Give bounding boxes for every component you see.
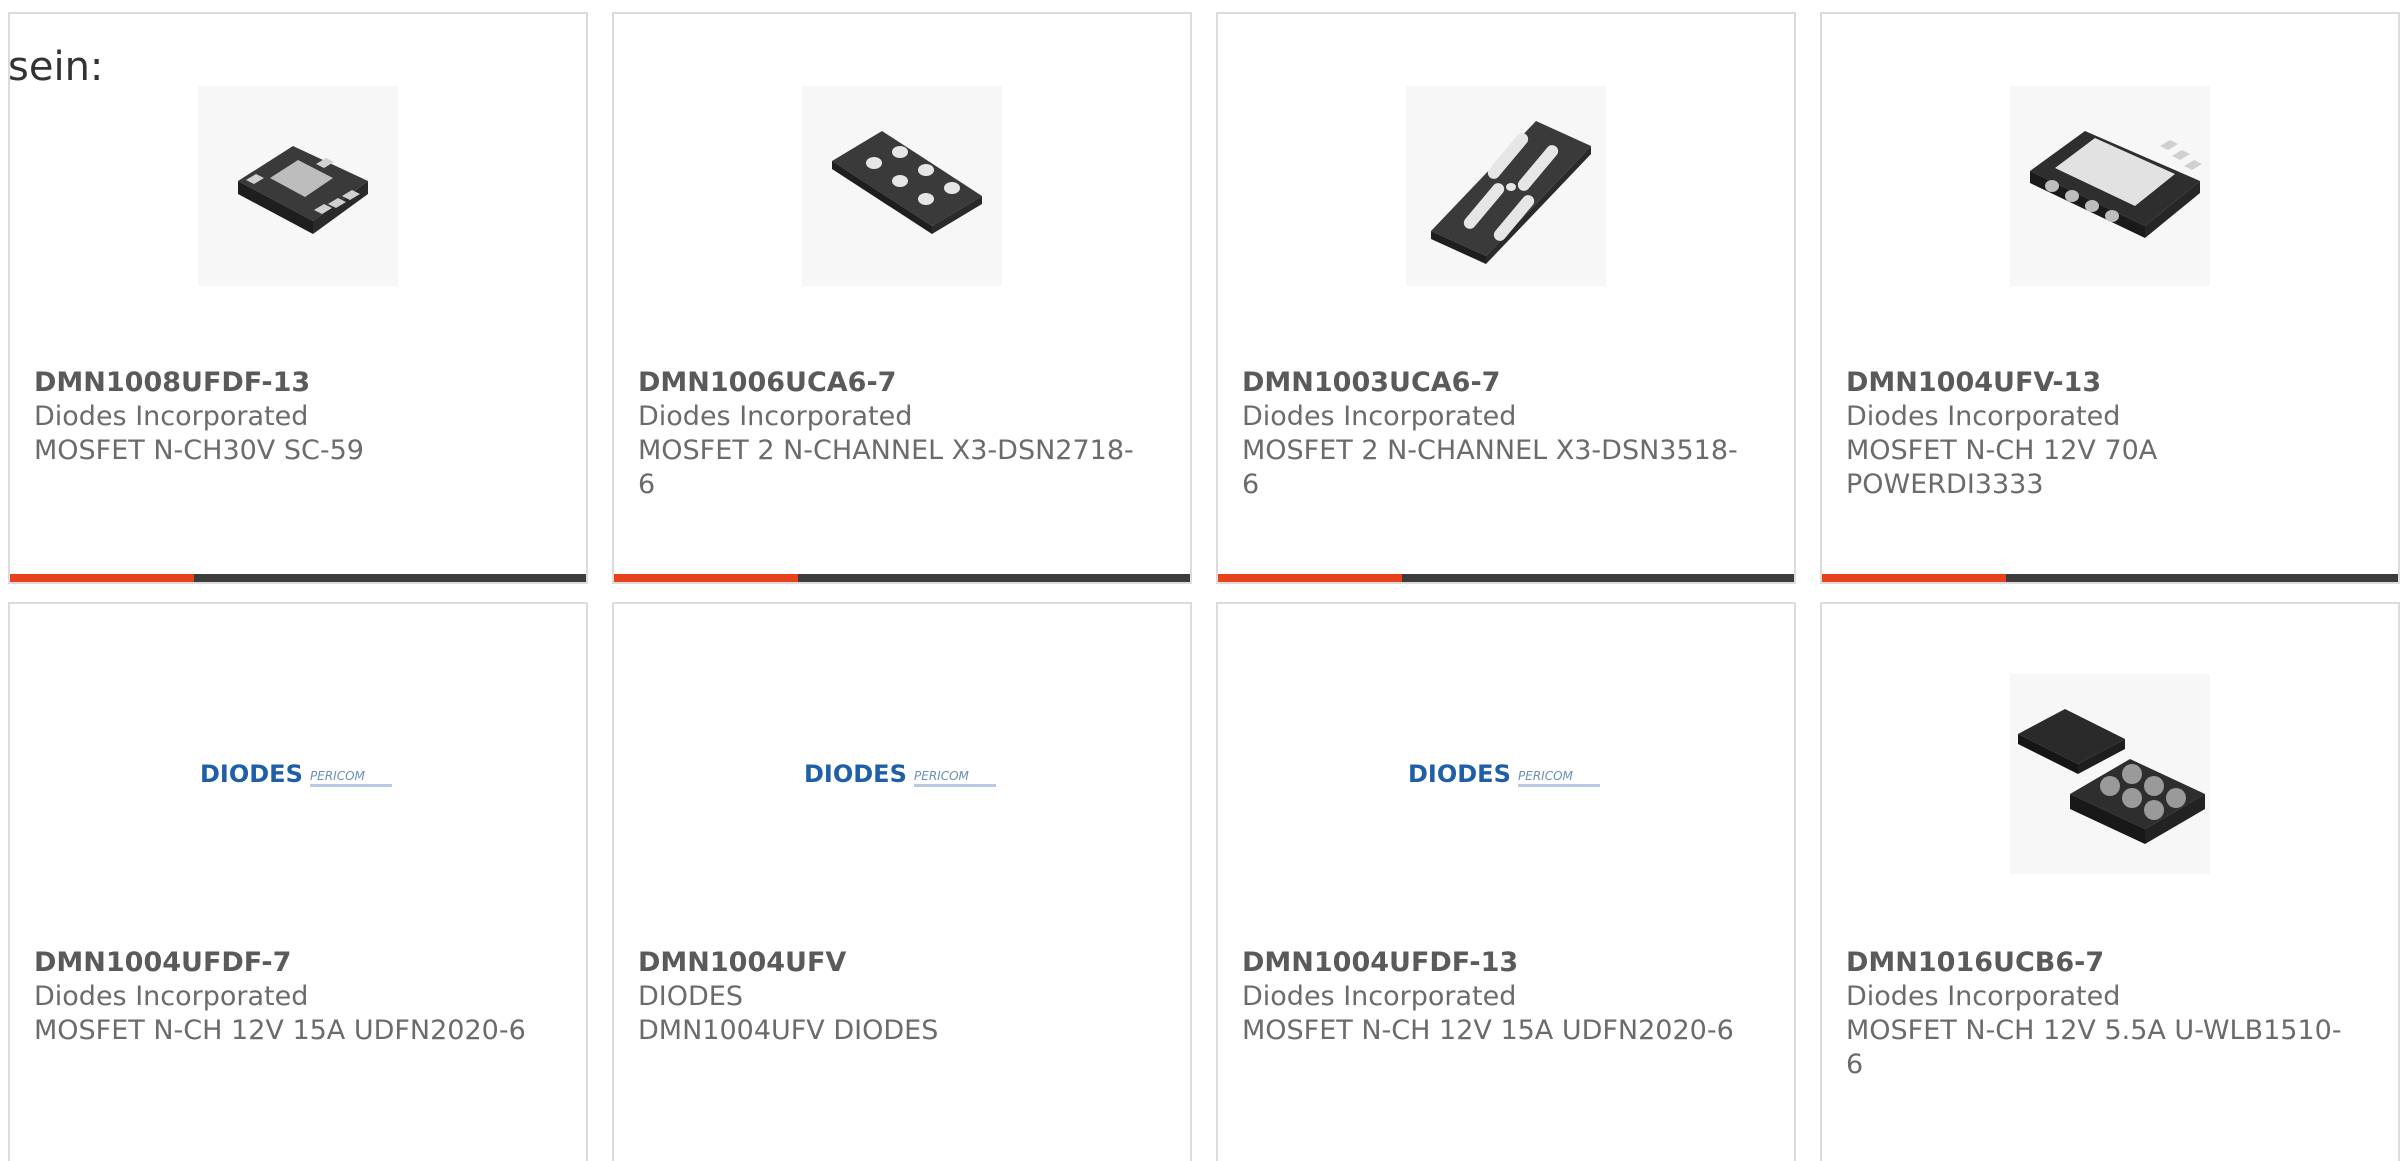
part-number[interactable]: DMN1006UCA6-7: [638, 366, 1150, 400]
diodes-logo-icon[interactable]: DIODES PERICOM: [802, 674, 1002, 874]
card-progress-bar: [10, 574, 586, 582]
progress-fill: [1218, 574, 1403, 582]
card-info: DMN1016UCB6-7 Diodes Incorporated MOSFET…: [1846, 946, 2358, 1082]
svg-text:DIODES: DIODES: [1408, 760, 1511, 788]
manufacturer: Diodes Incorporated: [34, 401, 309, 432]
card-info: DMN1004UFDF-7 Diodes Incorporated MOSFET…: [34, 946, 546, 1048]
chip-powerdi-icon[interactable]: [2010, 86, 2210, 286]
manufacturer: Diodes Incorporated: [1242, 981, 1517, 1012]
description: MOSFET N-CH 12V 15A UDFN2020-6: [1242, 1015, 1734, 1046]
product-card[interactable]: DIODES PERICOM DMN1004UFDF-13 Diodes Inc…: [1216, 602, 1796, 1161]
chip-dsn-dots-icon[interactable]: [802, 86, 1002, 286]
diodes-logo-icon[interactable]: DIODES PERICOM: [1406, 674, 1606, 874]
card-info: DMN1004UFDF-13 Diodes Incorporated MOSFE…: [1242, 946, 1754, 1048]
card-info: DMN1004UFV-13 Diodes Incorporated MOSFET…: [1846, 366, 2358, 502]
product-grid-page: sein: DMN1008UFDF-13 Diodes Incorporated…: [0, 0, 2400, 1161]
product-card[interactable]: DMN1004UFV-13 Diodes Incorporated MOSFET…: [1820, 12, 2400, 584]
card-progress-bar: [614, 574, 1190, 582]
description: DMN1004UFV DIODES: [638, 1015, 939, 1046]
card-info: DMN1004UFV DIODES DMN1004UFV DIODES: [638, 946, 1150, 1048]
card-info: DMN1003UCA6-7 Diodes Incorporated MOSFET…: [1242, 366, 1754, 502]
progress-fill: [10, 574, 195, 582]
manufacturer: Diodes Incorporated: [1846, 981, 2121, 1012]
card-progress-bar: [1218, 574, 1794, 582]
card-progress-bar: [1822, 574, 2398, 582]
description: MOSFET 2 N-CHANNEL X3-DSN3518-6: [1242, 435, 1738, 500]
chip-udfn-icon[interactable]: [198, 86, 398, 286]
manufacturer: Diodes Incorporated: [1242, 401, 1517, 432]
svg-text:PERICOM: PERICOM: [1518, 769, 1574, 783]
chip-dsn-bars-icon[interactable]: [1406, 86, 1606, 286]
part-number[interactable]: DMN1004UFDF-7: [34, 946, 546, 980]
description: MOSFET N-CH 12V 5.5A U-WLB1510-6: [1846, 1015, 2342, 1080]
svg-text:PERICOM: PERICOM: [310, 769, 366, 783]
part-number[interactable]: DMN1004UFDF-13: [1242, 946, 1754, 980]
product-card[interactable]: DMN1006UCA6-7 Diodes Incorporated MOSFET…: [612, 12, 1192, 584]
manufacturer: Diodes Incorporated: [638, 401, 913, 432]
part-number[interactable]: DMN1004UFV: [638, 946, 1150, 980]
product-card[interactable]: DIODES PERICOM DMN1004UFDF-7 Diodes Inco…: [8, 602, 588, 1161]
progress-fill: [1822, 574, 2007, 582]
progress-fill: [614, 574, 799, 582]
description: MOSFET N-CH30V SC-59: [34, 435, 364, 466]
part-number[interactable]: DMN1004UFV-13: [1846, 366, 2358, 400]
description: MOSFET N-CH 12V 15A UDFN2020-6: [34, 1015, 526, 1046]
product-card[interactable]: DIODES PERICOM DMN1004UFV DIODES DMN1004…: [612, 602, 1192, 1161]
manufacturer: DIODES: [638, 981, 743, 1012]
part-number[interactable]: DMN1003UCA6-7: [1242, 366, 1754, 400]
part-number[interactable]: DMN1008UFDF-13: [34, 366, 546, 400]
svg-text:DIODES: DIODES: [804, 760, 907, 788]
svg-text:DIODES: DIODES: [200, 760, 303, 788]
product-card[interactable]: DMN1003UCA6-7 Diodes Incorporated MOSFET…: [1216, 12, 1796, 584]
chip-wlb-balls-icon[interactable]: [2010, 674, 2210, 874]
product-card[interactable]: DMN1008UFDF-13 Diodes Incorporated MOSFE…: [8, 12, 588, 584]
product-card[interactable]: DMN1016UCB6-7 Diodes Incorporated MOSFET…: [1820, 602, 2400, 1161]
svg-text:PERICOM: PERICOM: [914, 769, 970, 783]
part-number[interactable]: DMN1016UCB6-7: [1846, 946, 2358, 980]
card-info: DMN1008UFDF-13 Diodes Incorporated MOSFE…: [34, 366, 546, 468]
intro-text: sein:: [8, 44, 104, 90]
manufacturer: Diodes Incorporated: [34, 981, 309, 1012]
description: MOSFET 2 N-CHANNEL X3-DSN2718-6: [638, 435, 1134, 500]
card-info: DMN1006UCA6-7 Diodes Incorporated MOSFET…: [638, 366, 1150, 502]
diodes-logo-icon[interactable]: DIODES PERICOM: [198, 674, 398, 874]
manufacturer: Diodes Incorporated: [1846, 401, 2121, 432]
description: MOSFET N-CH 12V 70A POWERDI3333: [1846, 435, 2158, 500]
